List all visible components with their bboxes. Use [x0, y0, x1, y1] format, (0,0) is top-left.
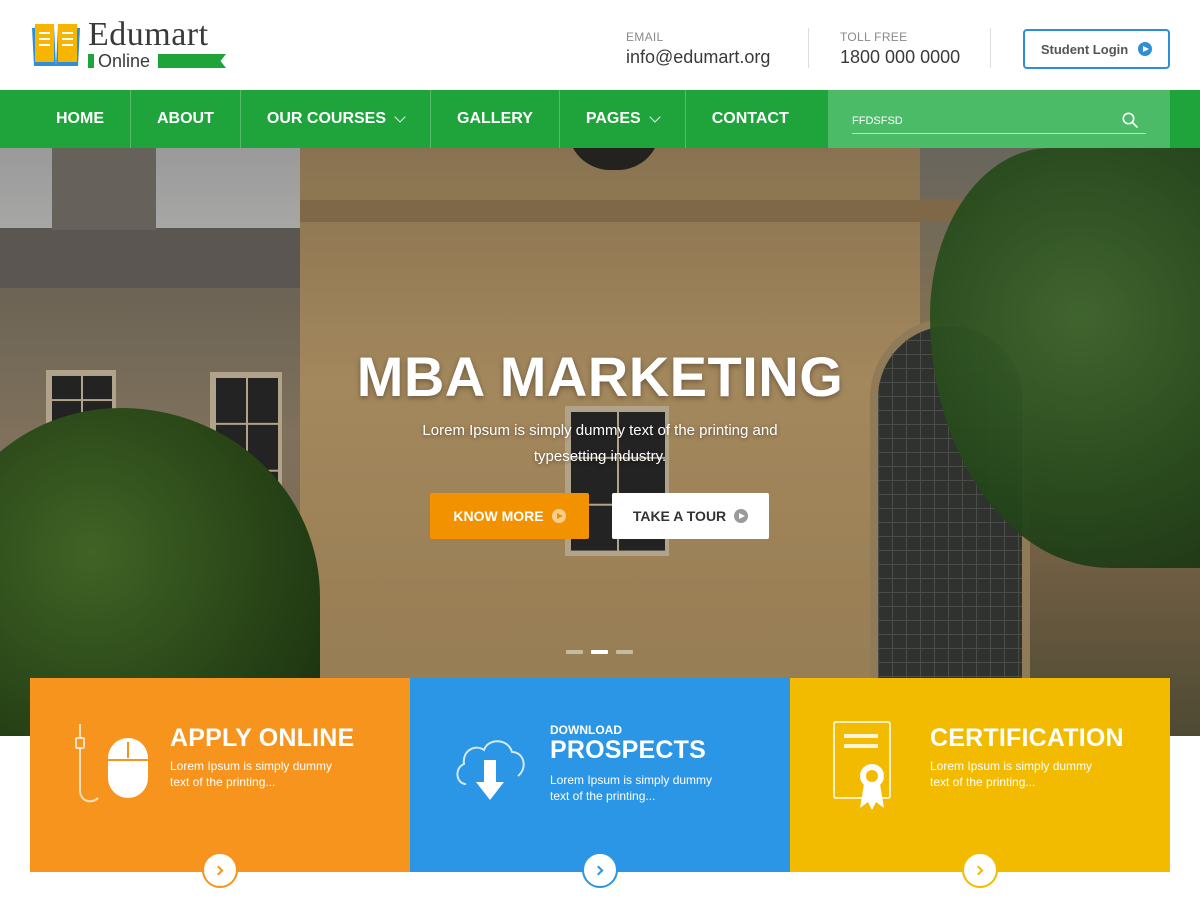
nav-item-home[interactable]: HOME — [30, 90, 131, 148]
feature-arrow-button[interactable] — [962, 852, 998, 888]
feature-title: CERTIFICATION — [930, 724, 1124, 752]
site-logo[interactable]: Edumart Online — [30, 16, 240, 74]
feature-text: Lorem Ipsum is simply dummy text of the … — [170, 759, 333, 789]
search-icon[interactable] — [1122, 112, 1138, 128]
book-icon — [32, 24, 80, 66]
student-login-label: Student Login — [1040, 41, 1129, 57]
logo-title: Edumart — [88, 16, 209, 53]
chevron-right-icon — [973, 865, 984, 875]
chevron-down-icon — [649, 110, 661, 123]
logo-ribbon — [158, 54, 226, 68]
feature-card-apply-online[interactable]: APPLY ONLINE Lorem Ipsum is simply dummy… — [30, 678, 410, 888]
nav-item-label: PAGES — [585, 110, 641, 127]
feature-card-download-prospects[interactable]: DOWNLOAD PROSPECTS Lorem Ipsum is simply… — [410, 678, 790, 888]
email-label: EMAIL — [626, 30, 664, 44]
header-divider — [808, 28, 809, 68]
nav-item-about[interactable]: ABOUT — [131, 90, 241, 148]
take-a-tour-label: TAKE A TOUR — [632, 508, 727, 524]
feature-card-certification[interactable]: CERTIFICATION Lorem Ipsum is simply dumm… — [790, 678, 1170, 888]
slider-dot[interactable] — [616, 650, 633, 654]
site-header: Edumart Online EMAIL info@edumart.org TO… — [0, 0, 1200, 90]
feature-text: Lorem Ipsum is simply dummy text of the … — [550, 773, 713, 803]
play-circle-icon — [551, 509, 566, 523]
feature-title: APPLY ONLINE — [170, 724, 355, 752]
slider-pagination — [566, 650, 633, 654]
logo-tagline: Online — [98, 51, 151, 71]
nav-item-label: ABOUT — [157, 110, 214, 127]
nav-item-label: OUR COURSES — [266, 110, 387, 127]
feature-text: Lorem Ipsum is simply dummy text of the … — [930, 759, 1093, 789]
play-circle-icon — [1138, 42, 1153, 56]
search-box — [828, 90, 1170, 148]
feature-arrow-button[interactable] — [582, 852, 618, 888]
logo-accent-bar — [88, 54, 94, 68]
know-more-button[interactable]: KNOW MORE — [430, 493, 589, 539]
know-more-label: KNOW MORE — [453, 508, 544, 524]
email-contact: EMAIL info@edumart.org — [626, 30, 770, 68]
play-circle-icon — [734, 509, 749, 523]
feature-title: PROSPECTS — [550, 736, 706, 764]
hero-description: Lorem Ipsum is simply dummy text of the … — [422, 422, 778, 465]
slider-dot[interactable] — [566, 650, 583, 654]
phone-value[interactable]: 1800 000 0000 — [840, 47, 960, 68]
cloud-download-icon — [456, 740, 525, 800]
mouse-icon — [75, 724, 148, 803]
nav-item-label: HOME — [56, 110, 104, 127]
chevron-right-icon — [593, 865, 604, 875]
student-login-button[interactable]: Student Login — [1023, 29, 1170, 69]
nav-item-gallery[interactable]: GALLERY — [431, 90, 560, 148]
feature-kicker: DOWNLOAD — [550, 723, 622, 737]
slider-dot-active[interactable] — [591, 650, 608, 654]
feature-arrow-button[interactable] — [202, 852, 238, 888]
hero-slider: MBA MARKETING Lorem Ipsum is simply dumm… — [0, 148, 1200, 736]
main-navigation: HOME ABOUT OUR COURSES GALLERY PAGES CON… — [0, 90, 1200, 148]
certificate-icon — [833, 721, 891, 810]
nav-item-pages[interactable]: PAGES — [560, 90, 686, 148]
nav-item-label: GALLERY — [457, 110, 533, 127]
hero-title: MBA MARKETING — [356, 345, 844, 408]
nav-item-contact[interactable]: CONTACT — [686, 90, 815, 148]
take-a-tour-button[interactable]: TAKE A TOUR — [612, 493, 769, 539]
header-divider — [990, 28, 991, 68]
chevron-down-icon — [394, 110, 406, 123]
nav-menu: HOME ABOUT OUR COURSES GALLERY PAGES CON… — [30, 90, 815, 148]
email-value[interactable]: info@edumart.org — [626, 47, 770, 68]
nav-item-label: CONTACT — [711, 110, 789, 127]
search-input[interactable] — [852, 108, 1146, 134]
phone-contact: TOLL FREE 1800 000 0000 — [840, 30, 960, 68]
phone-label: TOLL FREE — [840, 30, 908, 44]
nav-item-our-courses[interactable]: OUR COURSES — [241, 90, 432, 148]
chevron-right-icon — [213, 865, 224, 875]
